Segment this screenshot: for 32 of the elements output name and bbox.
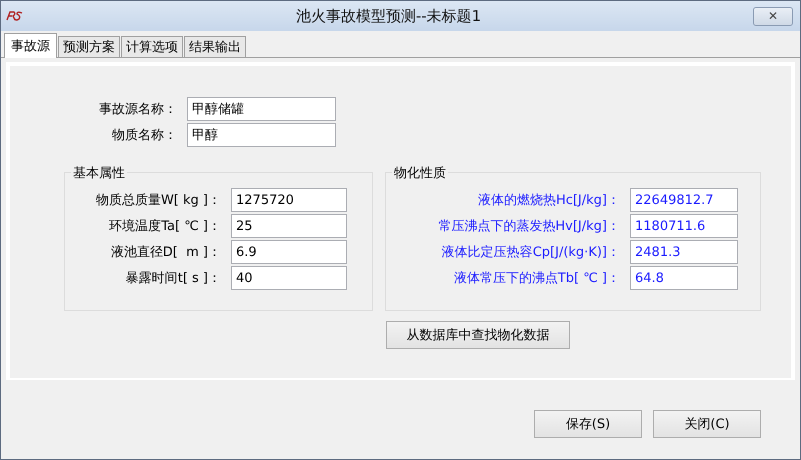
dialog-button[interactable]: 关闭(C) [653, 410, 761, 438]
field-label: 液体比定压热容Cp[J/(kg·K)]： [440, 244, 621, 261]
field-label: 物质总质量W[ kg ]： [94, 192, 222, 209]
input-field[interactable]: 40 [231, 266, 347, 290]
tab[interactable]: 预测方案 [58, 36, 120, 57]
field-label: 事故源名称： [98, 101, 178, 118]
input-field[interactable]: 1275720 [231, 188, 347, 212]
input-field[interactable]: 1180711.6 [630, 214, 738, 238]
group-title: 基本属性 [71, 164, 127, 182]
input-field[interactable]: 64.8 [630, 266, 738, 290]
field-label: 常压沸点下的蒸发热Hv[J/kg]： [437, 218, 621, 235]
input-field[interactable]: 甲醇储罐 [187, 97, 336, 121]
field-label: 环境温度Ta[ ℃ ]： [108, 218, 222, 235]
window-title: 池火事故模型预测--未标题1 [294, 6, 482, 26]
field-label: 液体常压下的沸点Tb[ ℃ ]： [452, 270, 621, 287]
lookup-button[interactable]: 从数据库中查找物化数据 [386, 321, 570, 349]
field-label: 液体的燃烧热Hc[J/kg]： [476, 192, 621, 209]
input-field[interactable]: 25 [231, 214, 347, 238]
field-label: 物质名称： [111, 127, 178, 144]
group-title: 物化性质 [392, 164, 448, 182]
input-field[interactable]: 22649812.7 [630, 188, 738, 212]
input-field[interactable]: 6.9 [231, 240, 347, 264]
tab[interactable]: 计算选项 [121, 36, 183, 57]
field-label: 液池直径D[ m ]： [110, 244, 222, 261]
field-label: 暴露时间t[ s ]： [124, 270, 222, 287]
tab[interactable]: 结果输出 [184, 36, 246, 57]
app-logo-icon [6, 11, 24, 21]
input-field[interactable]: 2481.3 [630, 240, 738, 264]
input-field[interactable]: 甲醇 [187, 123, 336, 147]
close-button[interactable]: ✕ [753, 6, 793, 26]
tab[interactable]: 事故源 [4, 33, 57, 58]
dialog-button[interactable]: 保存(S) [534, 410, 642, 438]
